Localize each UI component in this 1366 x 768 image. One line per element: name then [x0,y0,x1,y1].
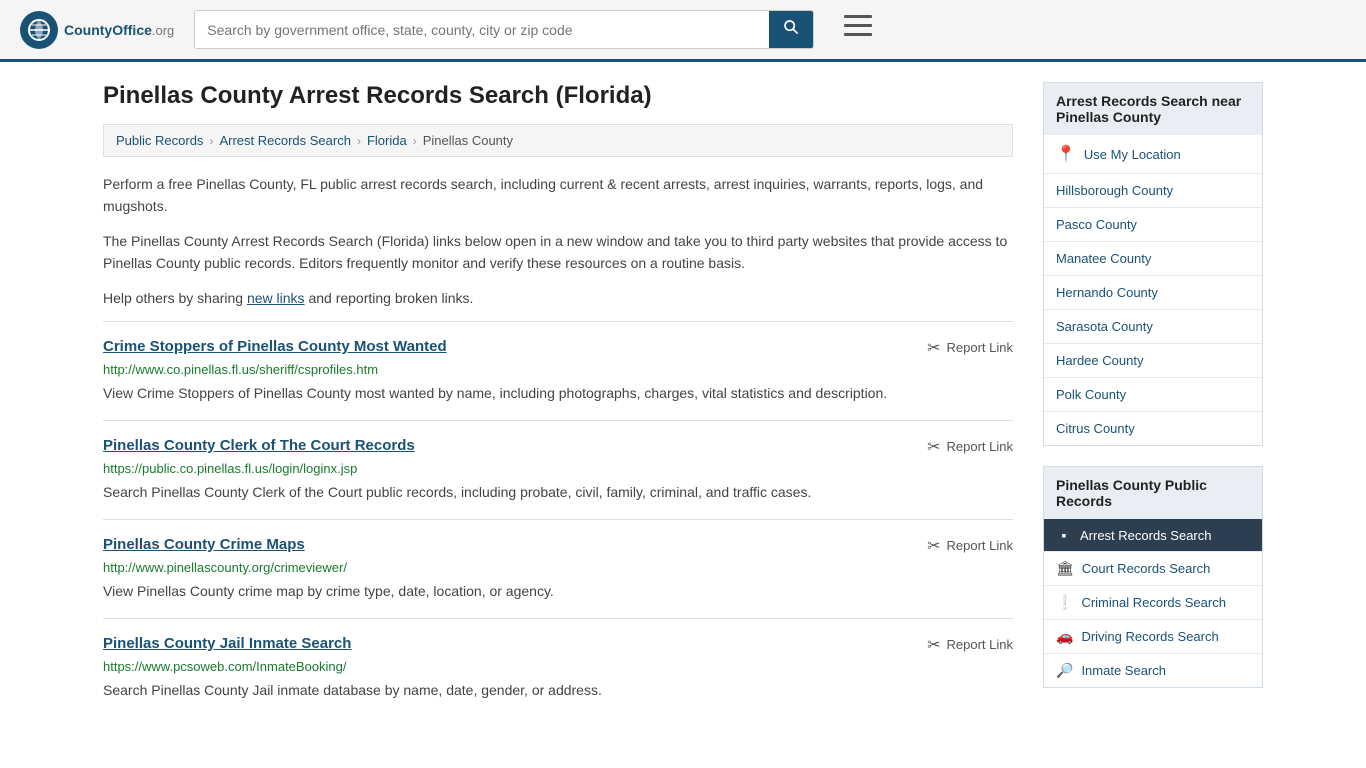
report-link-3[interactable]: ✂ Report Link [927,635,1013,655]
result-link-2[interactable]: Pinellas County Crime Maps [103,536,305,553]
result-link-3[interactable]: Pinellas County Jail Inmate Search [103,635,351,652]
report-icon-2: ✂ [927,536,940,556]
nearby-county-link-4[interactable]: Sarasota County [1056,319,1153,334]
search-input[interactable] [195,11,769,48]
search-button[interactable] [769,11,813,48]
description-1: Perform a free Pinellas County, FL publi… [103,173,1013,218]
result-desc-2: View Pinellas County crime map by crime … [103,581,1013,602]
description-2: The Pinellas County Arrest Records Searc… [103,230,1013,275]
nearby-county-item: Citrus County [1044,412,1262,445]
report-icon-3: ✂ [927,635,940,655]
result-title-row: Crime Stoppers of Pinellas County Most W… [103,338,1013,358]
hamburger-menu-icon[interactable] [844,15,872,44]
result-url-2: http://www.pinellascounty.org/crimeviewe… [103,560,1013,575]
public-record-item-3[interactable]: 🚗 Driving Records Search [1044,620,1262,654]
pub-record-icon-2: ❕ [1056,594,1073,611]
logo-text: CountyOffice.org [64,19,174,40]
new-links-link[interactable]: new links [247,290,305,306]
pub-record-link-3[interactable]: Driving Records Search [1081,629,1218,644]
nearby-county-item: Hernando County [1044,276,1262,310]
nearby-counties-container: Hillsborough County Pasco County Manatee C… [1044,174,1262,445]
breadcrumb-arrest-records[interactable]: Arrest Records Search [219,133,351,148]
nearby-section-title: Arrest Records Search near Pinellas Coun… [1043,82,1263,135]
results-list: Crime Stoppers of Pinellas County Most W… [103,321,1013,717]
use-location-link[interactable]: Use My Location [1084,147,1181,162]
pub-record-icon-0: ▪ [1056,527,1072,543]
nearby-county-link-3[interactable]: Hernando County [1056,285,1158,300]
result-link-1[interactable]: Pinellas County Clerk of The Court Recor… [103,437,415,454]
nearby-county-link-0[interactable]: Hillsborough County [1056,183,1173,198]
public-records-section-title: Pinellas County Public Records [1043,466,1263,519]
pub-record-link-4[interactable]: Inmate Search [1081,663,1166,678]
location-dot-icon: 📍 [1056,144,1076,164]
breadcrumb: Public Records › Arrest Records Search ›… [103,124,1013,157]
nearby-county-item: Polk County [1044,378,1262,412]
result-title-row: Pinellas County Crime Maps ✂ Report Link [103,536,1013,556]
pub-record-link-2[interactable]: Criminal Records Search [1081,595,1226,610]
report-link-1[interactable]: ✂ Report Link [927,437,1013,457]
nearby-county-link-1[interactable]: Pasco County [1056,217,1137,232]
nearby-county-item: Manatee County [1044,242,1262,276]
result-item: Pinellas County Jail Inmate Search ✂ Rep… [103,618,1013,717]
nearby-county-link-7[interactable]: Citrus County [1056,421,1135,436]
breadcrumb-florida[interactable]: Florida [367,133,407,148]
sidebar: Arrest Records Search near Pinellas Coun… [1043,82,1263,717]
result-title-row: Pinellas County Jail Inmate Search ✂ Rep… [103,635,1013,655]
search-bar [194,10,814,49]
pub-record-link-0[interactable]: Arrest Records Search [1080,528,1212,543]
result-url-3: https://www.pcsoweb.com/InmateBooking/ [103,659,1013,674]
result-url-0: http://www.co.pinellas.fl.us/sheriff/csp… [103,362,1013,377]
page-title: Pinellas County Arrest Records Search (F… [103,82,1013,110]
pub-record-link-1[interactable]: Court Records Search [1082,561,1211,576]
nearby-county-item: Pasco County [1044,208,1262,242]
nearby-counties-list: 📍 Use My Location Hillsborough County Pas… [1043,135,1263,446]
logo-area[interactable]: CountyOffice.org [20,11,174,49]
pub-record-icon-1: 🏛 [1056,560,1074,577]
nearby-county-item: Sarasota County [1044,310,1262,344]
report-icon-1: ✂ [927,437,940,457]
report-link-0[interactable]: ✂ Report Link [927,338,1013,358]
main-container: Pinellas County Arrest Records Search (F… [83,62,1283,737]
result-desc-0: View Crime Stoppers of Pinellas County m… [103,383,1013,404]
breadcrumb-current: Pinellas County [423,133,513,148]
content-area: Pinellas County Arrest Records Search (F… [103,82,1013,717]
nearby-county-link-2[interactable]: Manatee County [1056,251,1151,266]
public-records-container: ▪ Arrest Records Search 🏛 Court Records Sea… [1044,519,1262,687]
result-desc-1: Search Pinellas County Clerk of the Cour… [103,482,1013,503]
nearby-county-link-5[interactable]: Hardee County [1056,353,1143,368]
pub-record-icon-4: 🔎 [1056,662,1073,679]
public-record-item-0[interactable]: ▪ Arrest Records Search [1044,519,1262,552]
result-item: Pinellas County Clerk of The Court Recor… [103,420,1013,519]
public-records-list: ▪ Arrest Records Search 🏛 Court Records Sea… [1043,519,1263,688]
result-title-row: Pinellas County Clerk of The Court Recor… [103,437,1013,457]
logo-icon [20,11,58,49]
breadcrumb-public-records[interactable]: Public Records [116,133,203,148]
public-record-item-2[interactable]: ❕ Criminal Records Search [1044,586,1262,620]
nearby-county-item: Hillsborough County [1044,174,1262,208]
description-3: Help others by sharing new links and rep… [103,287,1013,309]
result-link-0[interactable]: Crime Stoppers of Pinellas County Most W… [103,338,447,355]
result-desc-3: Search Pinellas County Jail inmate datab… [103,680,1013,701]
result-url-1: https://public.co.pinellas.fl.us/login/l… [103,461,1013,476]
public-record-item-4[interactable]: 🔎 Inmate Search [1044,654,1262,687]
header: CountyOffice.org [0,0,1366,62]
public-record-item-1[interactable]: 🏛 Court Records Search [1044,552,1262,586]
pub-record-icon-3: 🚗 [1056,628,1073,645]
nearby-county-link-6[interactable]: Polk County [1056,387,1126,402]
result-item: Pinellas County Crime Maps ✂ Report Link… [103,519,1013,618]
use-location-item[interactable]: 📍 Use My Location [1044,135,1262,174]
report-link-2[interactable]: ✂ Report Link [927,536,1013,556]
report-icon-0: ✂ [927,338,940,358]
result-item: Crime Stoppers of Pinellas County Most W… [103,321,1013,420]
nearby-county-item: Hardee County [1044,344,1262,378]
